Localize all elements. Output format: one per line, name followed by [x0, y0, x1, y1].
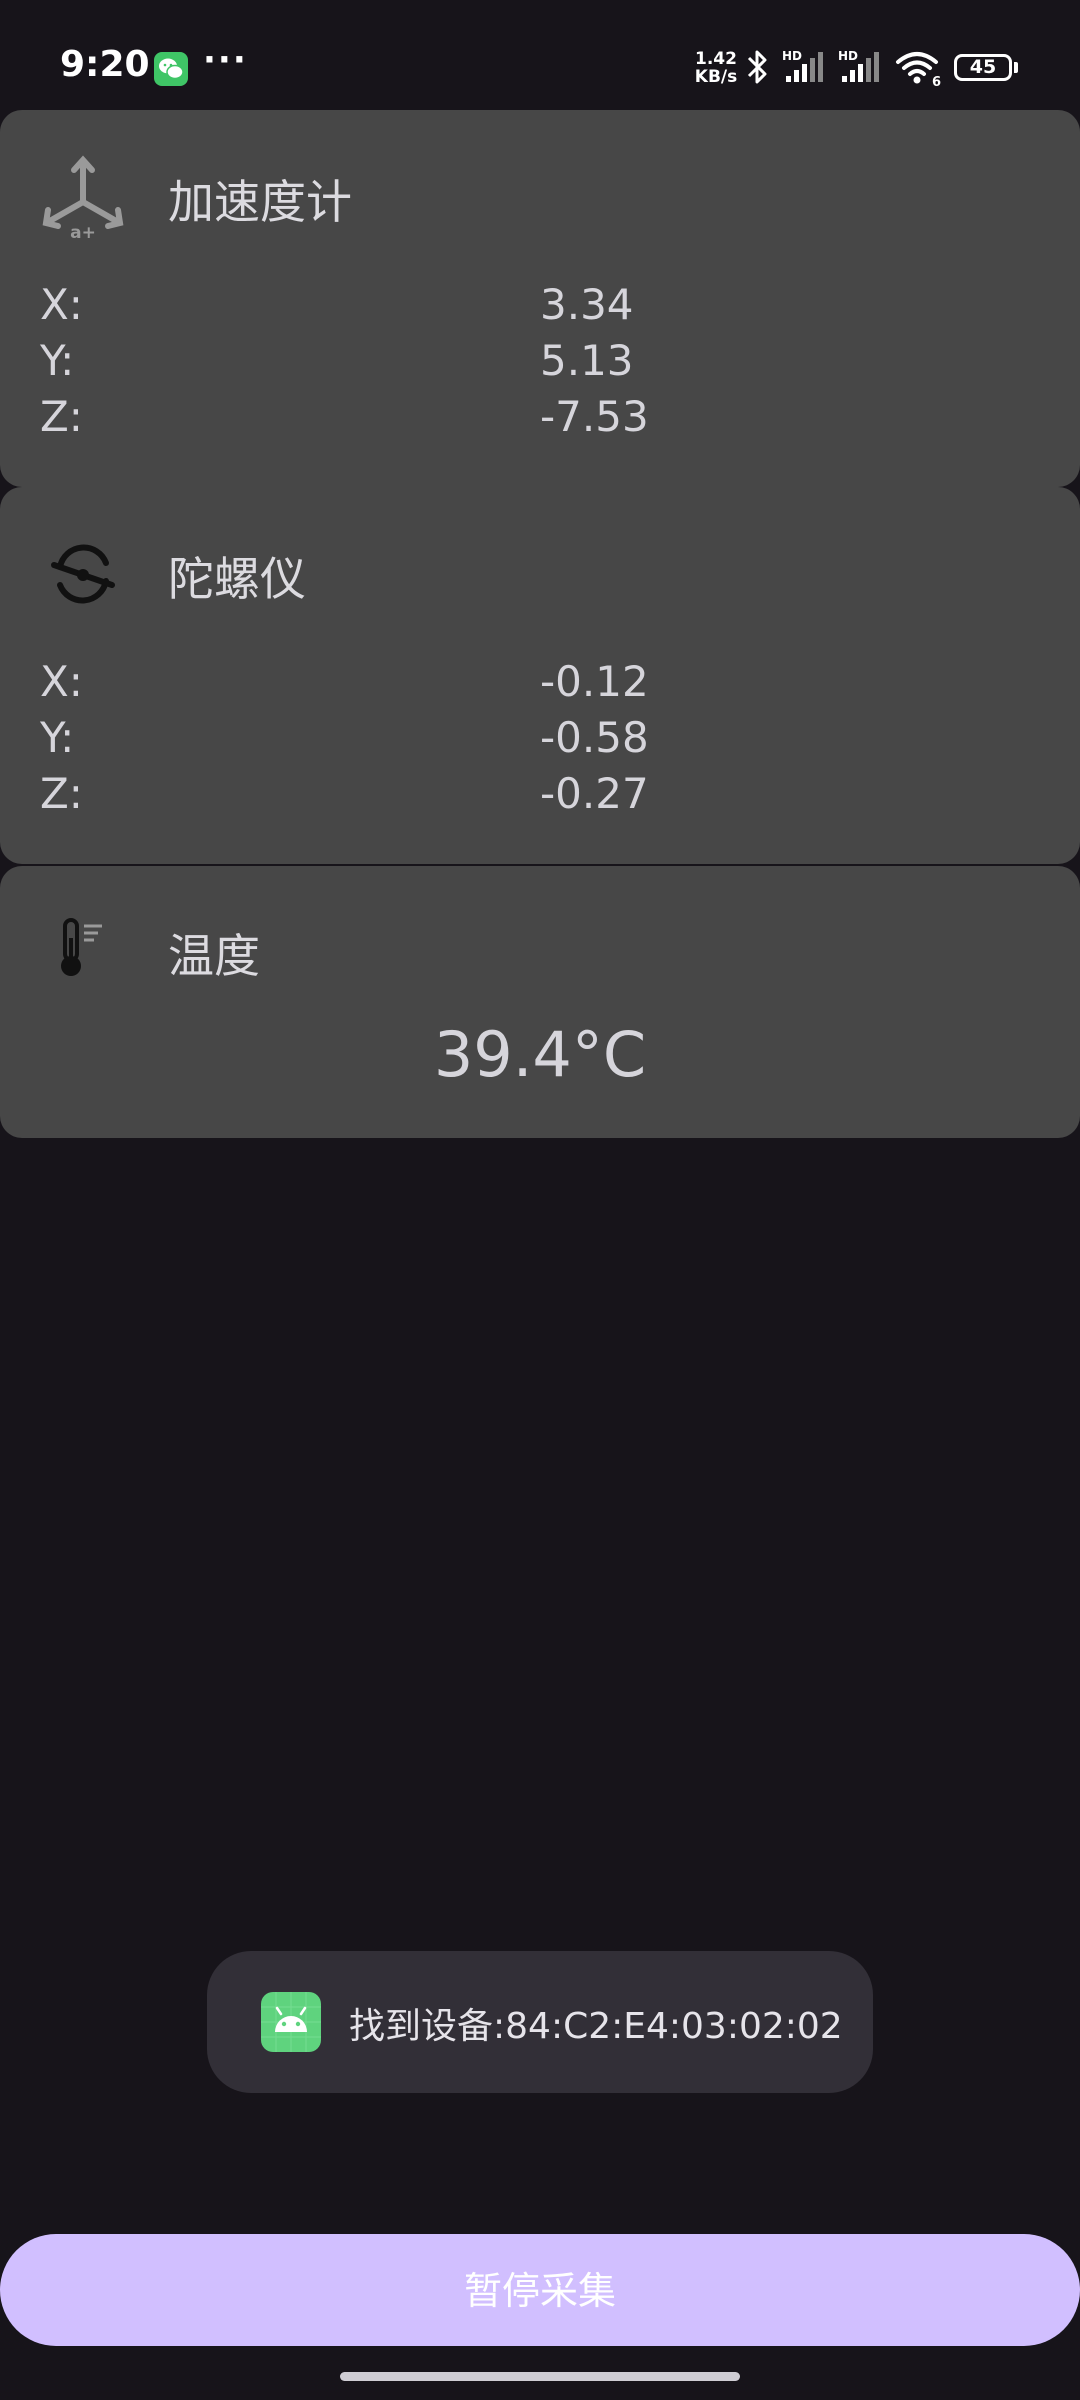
thermometer-icon [56, 916, 108, 984]
toast-message: 找到设备:84:C2:E4:03:02:02 [349, 2006, 843, 2047]
battery-icon: 45 [954, 54, 1012, 81]
accel-z-value: -7.53 [540, 392, 649, 441]
network-speed: 1.42 KB/s [690, 50, 742, 86]
accelerometer-card: a+ 加速度计 X: 3.34 Y: 5.13 Z: -7.53 [0, 110, 1080, 487]
android-icon [261, 1992, 321, 2052]
battery-tip [1014, 62, 1018, 73]
gyroscope-card: 陀螺仪 X: -0.12 Y: -0.58 Z: -0.27 [0, 487, 1080, 864]
wifi-badge: 6 [932, 75, 941, 88]
screen: 9:20 ··· 1.42 KB/s HD HD 6 45 a+ 加速度计 X:… [0, 0, 1080, 2400]
gyro-x-label: X: [40, 657, 83, 706]
device-found-toast: 找到设备:84:C2:E4:03:02:02 [207, 1951, 873, 2093]
pause-collection-button[interactable]: 暂停采集 [0, 2234, 1080, 2346]
accelerometer-title: 加速度计 [168, 175, 352, 229]
accel-y-value: 5.13 [540, 336, 634, 385]
gyro-y-value: -0.58 [540, 713, 649, 762]
gyro-z-value: -0.27 [540, 769, 649, 818]
signal-icon: HD [780, 48, 832, 90]
signal-icon: HD [836, 48, 888, 90]
bluetooth-icon [745, 48, 771, 90]
temperature-title: 温度 [168, 929, 260, 983]
status-bar: 9:20 ··· 1.42 KB/s HD HD 6 45 [0, 0, 1080, 108]
accel-x-label: X: [40, 280, 83, 329]
signal-2-badge: HD [838, 49, 858, 63]
accel-y-label: Y: [40, 336, 75, 385]
status-time: 9:20 [60, 44, 150, 85]
gyro-x-value: -0.12 [540, 657, 649, 706]
gyro-z-label: Z: [40, 769, 83, 818]
gesture-navigation-bar[interactable] [340, 2372, 740, 2381]
temperature-card: 温度 39.4°C [0, 866, 1080, 1138]
accel-x-value: 3.34 [540, 280, 634, 329]
signal-1-badge: HD [782, 49, 802, 63]
wechat-icon [154, 52, 188, 86]
more-notifications-icon: ··· [203, 40, 248, 80]
accelerometer-icon-label: a+ [70, 223, 96, 240]
network-speed-unit: KB/s [694, 67, 738, 87]
accelerometer-icon: a+ [38, 154, 128, 244]
accel-z-label: Z: [40, 392, 83, 441]
gyroscope-title: 陀螺仪 [168, 552, 306, 606]
temperature-value: 39.4°C [433, 1018, 647, 1091]
network-speed-value: 1.42 [695, 49, 737, 69]
wifi-icon: 6 [894, 48, 944, 92]
gyroscope-icon [50, 541, 116, 611]
gyro-y-label: Y: [40, 713, 75, 762]
